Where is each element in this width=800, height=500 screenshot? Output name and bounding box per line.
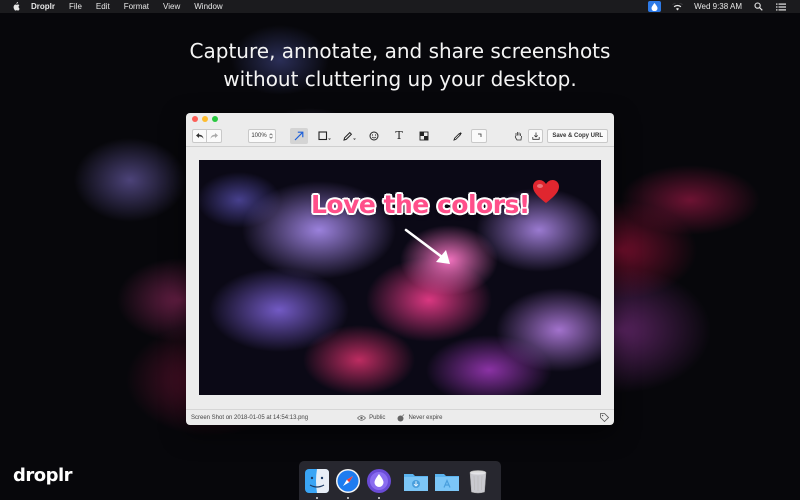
expiry-label: Never expire (408, 414, 443, 421)
corner-icon (478, 133, 482, 137)
chevron-updown-icon (268, 132, 273, 139)
editor-status-bar: Screen Shot on 2018-01-05 at 14:54:13.pn… (186, 409, 614, 425)
editor-toolbar: 100% T Save & Copy URL (186, 125, 614, 147)
rectangle-tool-icon (317, 130, 331, 140)
undo-button[interactable] (192, 128, 207, 143)
screenshot-filename[interactable]: Screen Shot on 2018-01-05 at 14:54:13.pn… (191, 415, 308, 421)
downloads-folder-icon (404, 473, 428, 491)
text-tool-icon: T (395, 129, 403, 142)
dock-finder[interactable] (304, 468, 330, 499)
pen-tool-button[interactable] (340, 128, 358, 144)
marketing-headline: Capture, annotate, and share screenshots… (0, 37, 800, 93)
hand-tool-button[interactable] (511, 128, 525, 144)
safari-icon (336, 468, 360, 493)
text-tool-button[interactable]: T (390, 128, 408, 144)
zoom-value: 100% (251, 132, 267, 139)
undo-icon (195, 132, 203, 139)
zoom-window-button[interactable] (212, 116, 218, 122)
redo-icon (210, 132, 218, 139)
menu-format[interactable]: Format (124, 2, 149, 11)
undo-redo-group (192, 128, 222, 143)
screenshot-editor-window: 100% T Save & Copy URL Love the colors! … (186, 113, 614, 425)
minimize-window-button[interactable] (202, 116, 208, 122)
redo-button[interactable] (207, 128, 222, 143)
headline-line-1: Capture, annotate, and share screenshots (189, 39, 611, 63)
droplr-logo: droplr (13, 465, 73, 486)
shape-tool-button[interactable] (315, 128, 333, 144)
menu-view[interactable]: View (163, 2, 180, 11)
menu-app-name[interactable]: Droplr (31, 2, 55, 11)
menu-edit[interactable]: Edit (96, 2, 110, 11)
eyedropper-icon (453, 131, 462, 141)
apple-menu-icon[interactable] (11, 2, 21, 12)
finder-icon (305, 468, 329, 493)
stroke-width-button[interactable] (471, 128, 487, 143)
heart-emoji-icon[interactable] (532, 179, 560, 205)
dock-safari[interactable] (335, 468, 361, 499)
zoom-select[interactable]: 100% (248, 128, 276, 143)
droplr-icon (367, 468, 391, 493)
menu-bar: Droplr File Edit Format View Window Wed … (0, 0, 800, 13)
notification-center-icon[interactable] (775, 2, 786, 11)
droplr-status-icon[interactable] (648, 1, 662, 12)
download-icon (532, 132, 540, 140)
expiry-toggle[interactable]: Never expire (397, 413, 443, 422)
save-copy-url-button[interactable]: Save & Copy URL (547, 128, 608, 143)
annotation-text[interactable]: Love the colors! (311, 190, 530, 219)
pen-tool-icon (342, 131, 356, 141)
dock-droplr[interactable] (366, 468, 392, 499)
annotation-arrow[interactable] (402, 226, 458, 268)
visibility-toggle[interactable]: Public (357, 415, 385, 421)
download-button[interactable] (528, 128, 544, 143)
eye-icon (357, 414, 367, 421)
color-picker-button[interactable] (449, 128, 467, 144)
arrow-tool-button[interactable] (290, 127, 308, 144)
dock-applications-folder[interactable] (434, 468, 460, 494)
dock (299, 461, 501, 500)
screenshot-image[interactable]: Love the colors! (199, 160, 601, 395)
emoji-tool-icon (369, 131, 379, 140)
hand-icon (514, 131, 522, 140)
headline-line-2: without cluttering up your desktop. (223, 67, 577, 91)
arrow-tool-icon (294, 131, 304, 140)
menu-file[interactable]: File (69, 2, 82, 11)
menubar-clock[interactable]: Wed 9:38 AM (694, 2, 742, 11)
pixelate-tool-button[interactable] (415, 128, 433, 144)
spotlight-search-icon[interactable] (753, 2, 764, 11)
close-window-button[interactable] (192, 116, 198, 122)
trash-icon (469, 469, 487, 493)
applications-folder-icon (435, 473, 459, 491)
dock-downloads-folder[interactable] (403, 468, 429, 494)
emoji-tool-button[interactable] (365, 128, 383, 144)
visibility-label: Public (369, 414, 386, 421)
window-titlebar (186, 113, 614, 125)
dock-trash[interactable] (465, 468, 491, 494)
wifi-icon[interactable] (672, 2, 683, 11)
pixelate-tool-icon (419, 131, 429, 140)
editor-canvas-area: Love the colors! (186, 148, 614, 409)
menu-window[interactable]: Window (194, 2, 222, 11)
tag-icon[interactable] (600, 413, 609, 422)
bomb-icon (397, 413, 405, 421)
